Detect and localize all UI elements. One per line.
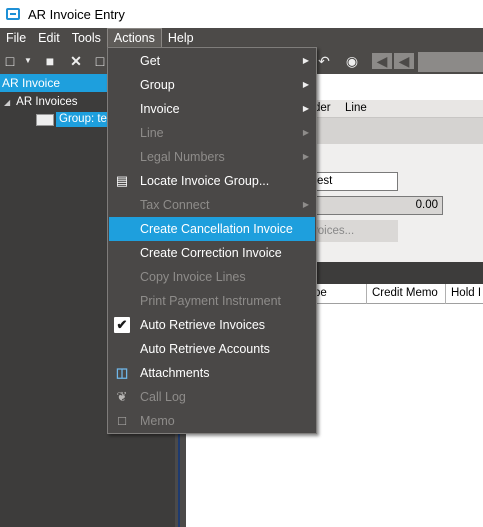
first-record-icon[interactable]: ◀ <box>372 53 392 69</box>
window-icon: ▤ <box>115 173 129 188</box>
prev-record-icon[interactable]: ◀ <box>394 53 414 69</box>
menu-item-tax-connect: Tax Connect ▶ <box>109 193 315 217</box>
tree-root-label: AR Invoices <box>16 96 78 108</box>
phone-icon: ❦ <box>116 389 128 404</box>
col-separator <box>366 284 367 304</box>
tree-node-group[interactable]: Group: tes <box>36 112 116 127</box>
menu-item-create-cancellation-invoice[interactable]: Create Cancellation Invoice <box>109 217 315 241</box>
record-navigator[interactable] <box>418 52 483 72</box>
group-id-field[interactable]: est <box>312 172 398 191</box>
new-icon[interactable]: □ <box>2 53 18 69</box>
invoices-button[interactable]: voices... <box>310 220 398 242</box>
menu-help[interactable]: Help <box>162 28 200 48</box>
tab-line[interactable]: Line <box>345 102 367 114</box>
menu-item-get[interactable]: Get ▶ <box>109 49 315 73</box>
submenu-arrow-icon: ▶ <box>302 56 309 65</box>
save-icon[interactable]: ■ <box>42 53 58 69</box>
menu-edit[interactable]: Edit <box>32 28 66 48</box>
menu-item-auto-retrieve-accounts[interactable]: Auto Retrieve Accounts <box>109 337 315 361</box>
submenu-arrow-icon: ▶ <box>302 104 309 113</box>
col-hold[interactable]: Hold I <box>451 287 481 299</box>
menu-tools[interactable]: Tools <box>66 28 107 48</box>
app-icon <box>6 8 20 20</box>
menu-item-call-log: ❦ Call Log <box>109 385 315 409</box>
col-separator <box>445 284 446 304</box>
window-title: AR Invoice Entry <box>28 6 125 22</box>
memo-icon: □ <box>118 413 126 428</box>
menu-item-invoice[interactable]: Invoice ▶ <box>109 97 315 121</box>
binoculars-icon[interactable]: ◉ <box>344 53 360 69</box>
menu-bar: File Edit Tools Actions Help <box>0 28 483 48</box>
checkmark-icon: ✔ <box>114 317 130 333</box>
menu-item-create-correction-invoice[interactable]: Create Correction Invoice <box>109 241 315 265</box>
menu-item-attachments[interactable]: ◫ Attachments <box>109 361 315 385</box>
submenu-arrow-icon: ▶ <box>302 200 309 209</box>
new-dropdown-icon[interactable]: ▼ <box>20 53 36 69</box>
actions-menu: Get ▶ Group ▶ Invoice ▶ Line ▶ Legal Num… <box>107 47 317 434</box>
folder-icon <box>36 113 54 126</box>
menu-item-copy-invoice-lines: Copy Invoice Lines <box>140 270 246 284</box>
amount-field: 0.00 <box>312 196 443 215</box>
menu-file[interactable]: File <box>0 28 32 48</box>
title-bar: AR Invoice Entry <box>0 0 483 28</box>
menu-item-group[interactable]: Group ▶ <box>109 73 315 97</box>
attachment-icon: ◫ <box>115 365 129 380</box>
menu-item-locate-invoice-group[interactable]: ▤ Locate Invoice Group... <box>109 169 315 193</box>
menu-item-line: Line ▶ <box>109 121 315 145</box>
col-credit-memo[interactable]: Credit Memo <box>372 287 438 299</box>
submenu-arrow-icon: ▶ <box>302 128 309 137</box>
undo-icon[interactable]: ↶ <box>316 53 332 69</box>
delete-icon[interactable]: ✕ <box>68 53 84 69</box>
expand-arrow-icon[interactable]: ◢ <box>4 98 10 107</box>
menu-actions[interactable]: Actions <box>106 28 162 48</box>
tree-root[interactable]: ◢ AR Invoices <box>4 96 78 108</box>
menu-item-auto-retrieve-invoices[interactable]: ✔ Auto Retrieve Invoices <box>109 313 315 337</box>
menu-item-print-payment-instrument: Print Payment Instrument <box>140 294 282 308</box>
menu-item-memo: □ Memo <box>109 409 315 433</box>
submenu-arrow-icon: ▶ <box>302 80 309 89</box>
window-icon[interactable]: □ <box>92 53 108 69</box>
menu-item-legal-numbers: Legal Numbers ▶ <box>109 145 315 169</box>
submenu-arrow-icon: ▶ <box>302 152 309 161</box>
